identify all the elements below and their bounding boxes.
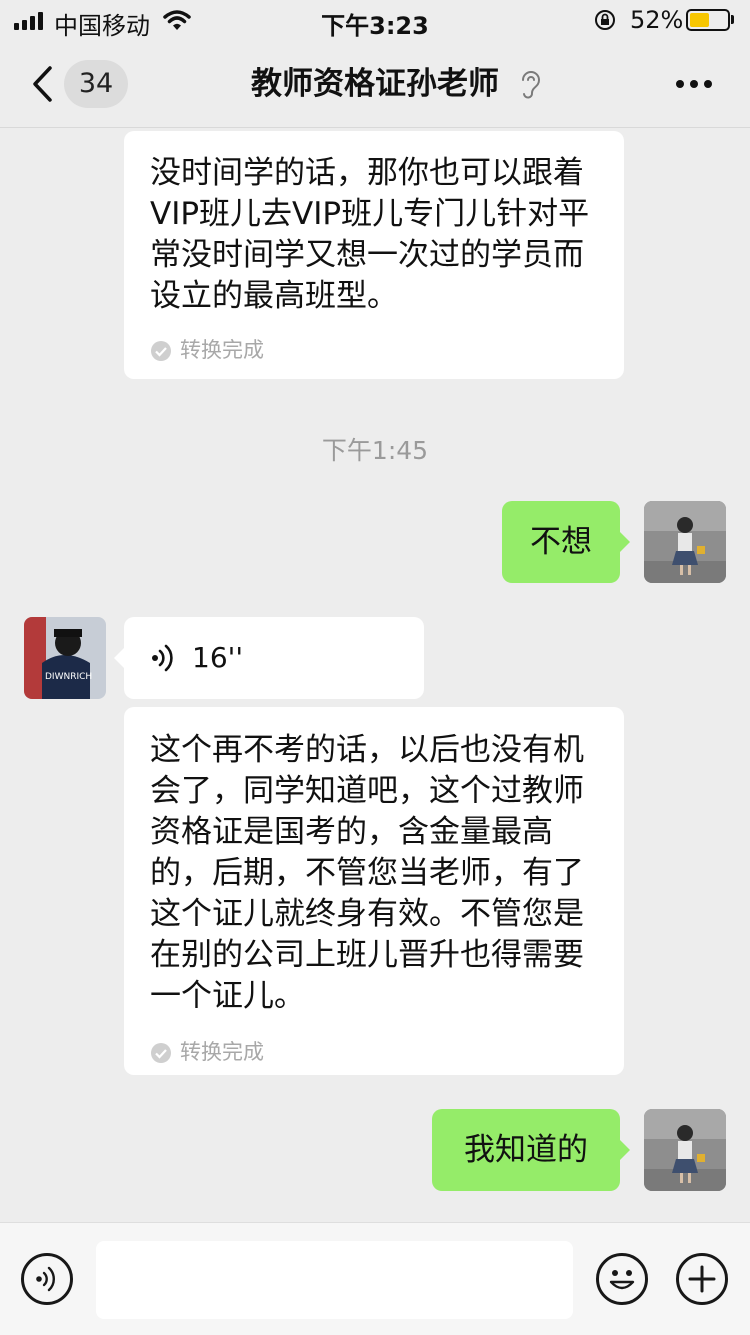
conversion-status-label: 转换完成 xyxy=(180,338,264,362)
message-text: 没时间学的话，那你也可以跟着VIP班儿去VIP班儿专门儿针对平常没时间学又想一次… xyxy=(150,155,590,314)
rotation-lock-icon xyxy=(595,10,615,30)
conversion-status: 转换完成 xyxy=(150,1039,598,1065)
message-text: 我知道的 xyxy=(464,1132,588,1168)
contact-avatar-photo: DIWNRICH xyxy=(24,617,106,699)
battery-cap xyxy=(731,15,734,24)
contact-avatar[interactable]: DIWNRICH xyxy=(24,617,106,699)
status-bar: 中国移动 下午3:23 52% xyxy=(0,0,750,40)
battery-level xyxy=(690,13,709,27)
message-bubble-received[interactable]: 这个再不考的话，以后也没有机会了，同学知道吧，这个过教师资格证是国考的，含金量最… xyxy=(124,707,624,1075)
check-circle-icon xyxy=(151,1043,171,1063)
battery-icon xyxy=(686,9,730,31)
chat-header: 34 教师资格证孙老师 xyxy=(0,40,750,128)
conversion-status-label: 转换完成 xyxy=(180,1040,264,1064)
check-circle-icon xyxy=(151,341,171,361)
message-input[interactable] xyxy=(96,1241,573,1319)
message-bubble-sent[interactable]: 我知道的 xyxy=(432,1109,620,1191)
voice-message-bubble[interactable]: 16'' xyxy=(124,617,424,699)
plus-icon xyxy=(688,1265,716,1293)
voice-input-icon xyxy=(36,1266,55,1292)
self-avatar-photo xyxy=(644,1109,726,1191)
more-functions-button[interactable] xyxy=(676,1253,728,1305)
voice-input-button[interactable] xyxy=(21,1253,73,1305)
bubble-tail xyxy=(114,648,124,668)
conversion-status: 转换完成 xyxy=(150,337,598,363)
voice-wave-icon xyxy=(152,644,173,672)
message-text: 不想 xyxy=(530,524,592,560)
header-divider xyxy=(0,127,750,128)
voice-duration: 16'' xyxy=(192,641,244,674)
chat-title: 教师资格证孙老师 xyxy=(251,66,499,102)
message-bubble-received[interactable]: 没时间学的话，那你也可以跟着VIP班儿去VIP班儿专门儿针对平常没时间学又想一次… xyxy=(124,131,624,379)
avatar-shirt-text: DIWNRICH xyxy=(45,672,92,682)
self-avatar[interactable] xyxy=(644,501,726,583)
battery-percent: 52% xyxy=(630,6,684,34)
message-bubble-sent[interactable]: 不想 xyxy=(502,501,620,583)
self-avatar[interactable] xyxy=(644,1109,726,1191)
self-avatar-photo xyxy=(644,501,726,583)
message-text: 这个再不考的话，以后也没有机会了，同学知道吧，这个过教师资格证是国考的，含金量最… xyxy=(150,732,584,1014)
bubble-tail xyxy=(620,532,630,552)
bubble-tail xyxy=(620,1140,630,1160)
chat-timestamp: 下午1:45 xyxy=(321,436,429,465)
more-icon[interactable] xyxy=(676,80,712,90)
earpiece-mode-icon xyxy=(522,71,541,99)
emoji-icon xyxy=(609,1270,635,1290)
emoji-button[interactable] xyxy=(596,1253,648,1305)
input-bar xyxy=(0,1222,750,1335)
